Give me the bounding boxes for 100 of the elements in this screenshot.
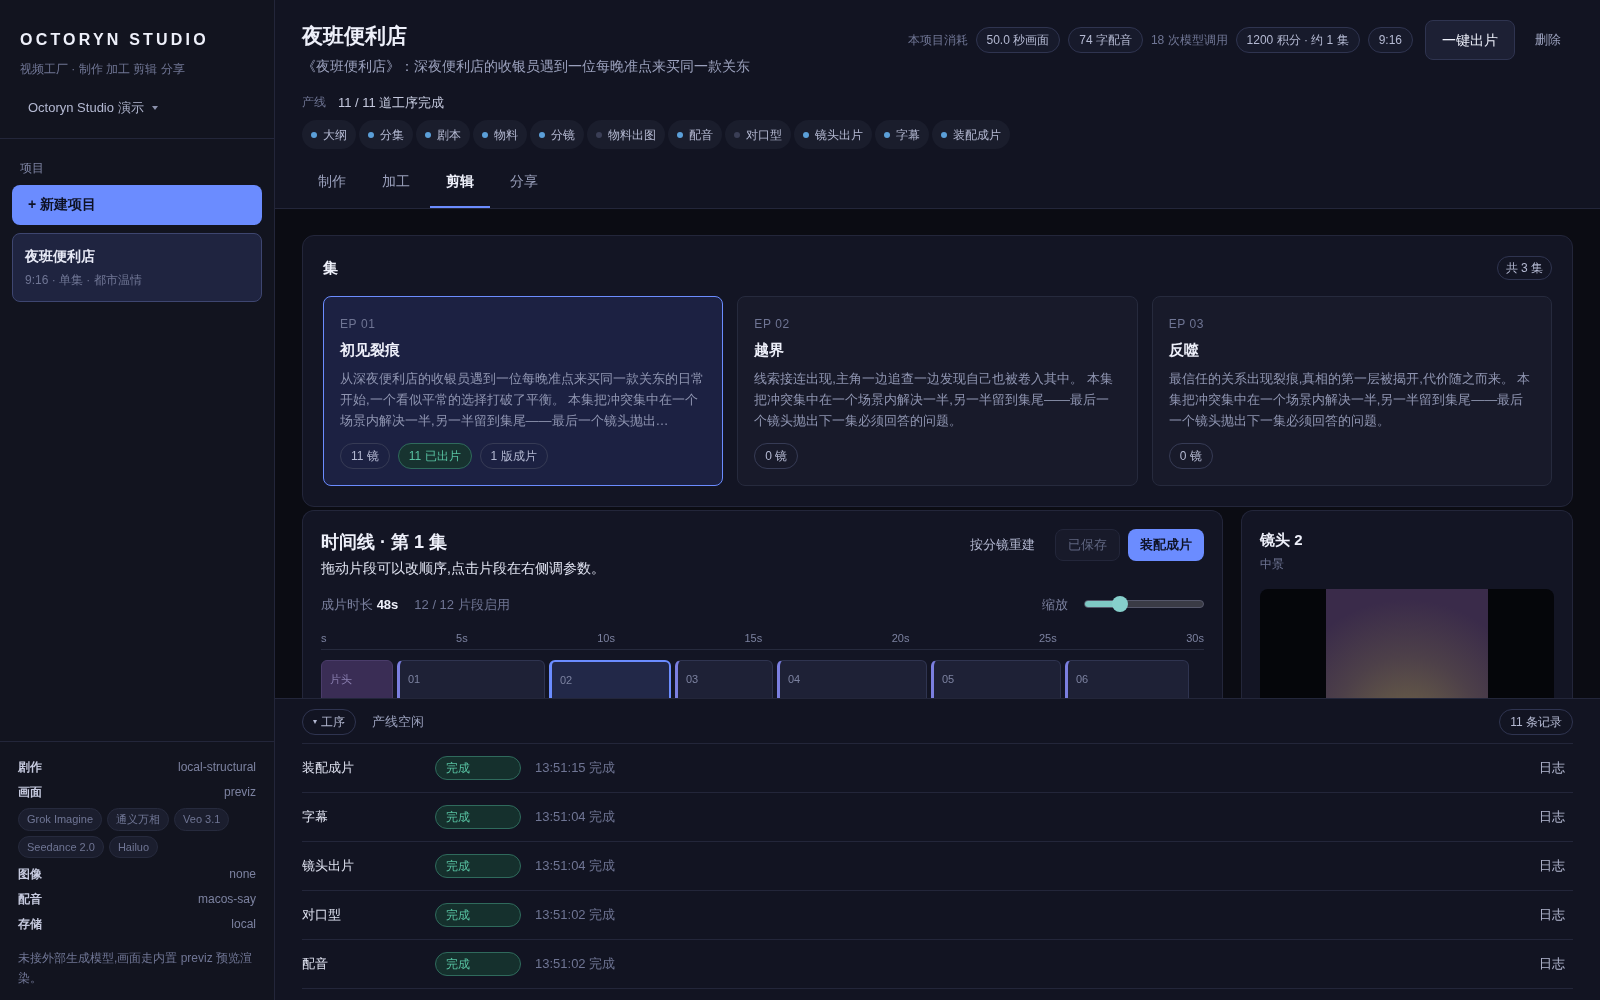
usage-chip: 9:16 [1367,27,1413,53]
workspace-dropdown[interactable]: Octoryn Studio 演示 [28,98,158,118]
setting-note: 未接外部生成模型,画面走内置 previz 预览渲染。 [18,950,253,987]
timeline-clip[interactable]: 01 [397,659,545,698]
timeline-clip[interactable]: 05 [931,659,1061,698]
tab[interactable]: 加工 [366,167,426,208]
timeline-clip[interactable]: 03 [675,659,773,698]
usage-chip: 1200 积分 · 约 1 集 [1235,27,1360,53]
shot-type: 中景 [1260,556,1285,573]
timeline-clip[interactable]: 04 [777,659,927,698]
job-name: 对口型 [302,906,342,925]
episode-code: EP 01 [340,316,377,333]
new-project-button[interactable]: + 新建项目 [12,184,262,225]
caret-icon [151,105,158,110]
log-link[interactable]: 日志 [1539,758,1565,778]
setting-value: none [229,866,256,883]
episode-badge: 11 已出片 [397,442,472,469]
model-tag: 通义万相 [107,808,170,831]
pipeline-label: 产线 [302,94,326,112]
section-label: 项目 [19,159,45,177]
job-time: 13:51:04 完成 [535,808,616,827]
log-link[interactable]: 日志 [1539,905,1565,925]
delete-button[interactable]: 删除 [1523,30,1573,50]
ruler-tick: 20s [891,631,910,646]
setting-value: previz [224,784,256,801]
tab[interactable]: 剪辑 [430,167,490,208]
tab[interactable]: 制作 [302,167,362,208]
job-name: 镜头出片 [302,857,355,876]
slider-thumb[interactable] [1112,596,1128,613]
setting-value: macos-say [198,891,256,908]
pipeline-stage-chip: 分镜 [530,120,584,149]
episode-code: EP 03 [1168,316,1206,333]
episode-summary: 最信任的关系出现裂痕,真相的第一层被揭开,代价随之而来。 本集把冲突集中在一个场景内解决一半,另一半留到集尾——最后一个镜头抛出下一集必须回答的问题。 [1168,369,1532,430]
pipeline-stage-chip: 分集 [359,120,413,149]
job-status: 完成 [435,903,521,927]
project-meta: 9:16 · 单集 · 都市温情 [25,271,143,289]
ruler-tick: 10s [597,631,615,646]
project-title: 夜班便利店 [25,246,96,266]
pipeline-stage-chip: 装配成片 [932,120,1010,149]
zoom-slider[interactable] [1084,595,1204,614]
timeline-clip[interactable]: 片头 [321,659,393,698]
job-time: 13:51:02 完成 [535,955,616,974]
pipeline-stage-chip: 物料 [473,120,527,149]
usage-chip: 50.0 秒画面 [975,27,1061,53]
setting-label: 存储 [18,916,42,933]
log-link[interactable]: 日志 [1539,954,1565,974]
setting-value: local-structural [177,759,256,776]
job-time: 13:51:15 完成 [535,759,616,778]
pipeline-status: 11 / 11 道工序完成 [338,93,445,112]
project-title-heading: 夜班便利店 [302,23,408,49]
pipeline-idle-text: 产线空闲 [372,713,424,732]
episode-title: 反噬 [1168,340,1200,360]
episode-summary: 线索接连出现,主角一边追查一边发现自己也被卷入其中。 本集把冲突集中在一个场景内解决一半,另一半留到集尾——最后一个镜头抛出下一集必须回答的问题。 [754,369,1114,430]
usage-label: 本项目消耗 [907,32,968,49]
timeline-clip[interactable]: 06 [1065,659,1189,698]
job-status: 完成 [435,952,521,976]
rebuild-button[interactable]: 按分镜重建 [958,528,1047,561]
pipeline-stage-chip: 剧本 [416,120,470,149]
job-name: 配音 [302,955,329,974]
panel-title: 时间线 · 第 1 集 [321,530,448,554]
ruler-tick: 5s [456,631,468,646]
project-item[interactable]: 夜班便利店 9:16 · 单集 · 都市温情 [12,232,262,302]
assemble-button[interactable]: 装配成片 [1128,528,1204,561]
model-tag: Veo 3.1 [174,808,230,831]
pipeline-stage-chip: 大纲 [302,120,356,149]
log-link[interactable]: 日志 [1539,856,1565,876]
one-click-render-button[interactable]: 一键出片 [1425,20,1515,60]
job-name: 字幕 [302,808,329,827]
episode-card[interactable]: EP 03 反噬 最信任的关系出现裂痕,真相的第一层被揭开,代价随之而来。 本集把冲突集中在一个场景内解决一半,另一半留到集尾——最后一个镜头抛出下一集必须回答的问题。 0 镜 [1151,296,1552,486]
model-tag: Hailuo [108,835,159,858]
episode-title: 初见裂痕 [340,340,401,360]
project-logline: 《夜班便利店》：深夜便利店的收银员遇到一位每晚准点来买同一款关东 [302,56,750,76]
pipeline-stage-chip: 物料出图 [587,120,665,149]
usage-chip: 74 字配音 [1068,27,1143,53]
clips-enabled-text: 12 / 12 片段启用 [414,595,510,614]
job-status: 完成 [435,854,521,878]
episode-card[interactable]: EP 01 初见裂痕 从深夜便利店的收银员遇到一位每晚准点来买同一款关东的日常开始,一个看似平常的选择打破了平衡。 本集把冲突集中在一个场景内解决一半,另一半留到集尾——最后一个镜头抛出… 11 镜 11 已出片 1 版成片 [323,296,724,486]
panel-title: 集 [323,257,338,278]
setting-label: 配音 [18,891,42,908]
usage-text: 18 次模型调用 [1150,32,1228,49]
job-time: 13:51:04 完成 [535,857,616,876]
job-status: 完成 [435,805,521,829]
episode-card[interactable]: EP 02 越界 线索接连出现,主角一边追查一边发现自己也被卷入其中。 本集把冲突集中在一个场景内解决一半,另一半留到集尾——最后一个镜头抛出下一集必须回答的问题。 0 镜 [737,296,1138,486]
pipeline-stage-chip: 字幕 [875,120,929,149]
job-name: 装配成片 [302,759,355,778]
duration-text: 成片时长 48s [321,595,399,614]
pipeline-stage-chip: 对口型 [725,120,791,149]
ruler-tick: 15s [744,631,763,646]
setting-label: 剧作 [18,759,42,776]
model-tag: Seedance 2.0 [18,835,104,858]
zoom-label: 缩放 [1042,595,1068,614]
brand-logo: OCTORYN STUDIO [20,30,210,50]
timeline-clip[interactable]: 02 [549,659,671,698]
setting-label: 图像 [18,866,42,883]
timeline-hint: 拖动片段可以改顺序,点击片段在右侧调参数。 [321,558,605,578]
log-link[interactable]: 日志 [1539,807,1565,827]
brand-tagline: 视频工厂 · 制作 加工 剪辑 分享 [20,61,186,78]
pipeline-stage-chip: 配音 [668,120,722,149]
setting-label: 画面 [18,784,42,801]
tab[interactable]: 分享 [494,167,554,208]
